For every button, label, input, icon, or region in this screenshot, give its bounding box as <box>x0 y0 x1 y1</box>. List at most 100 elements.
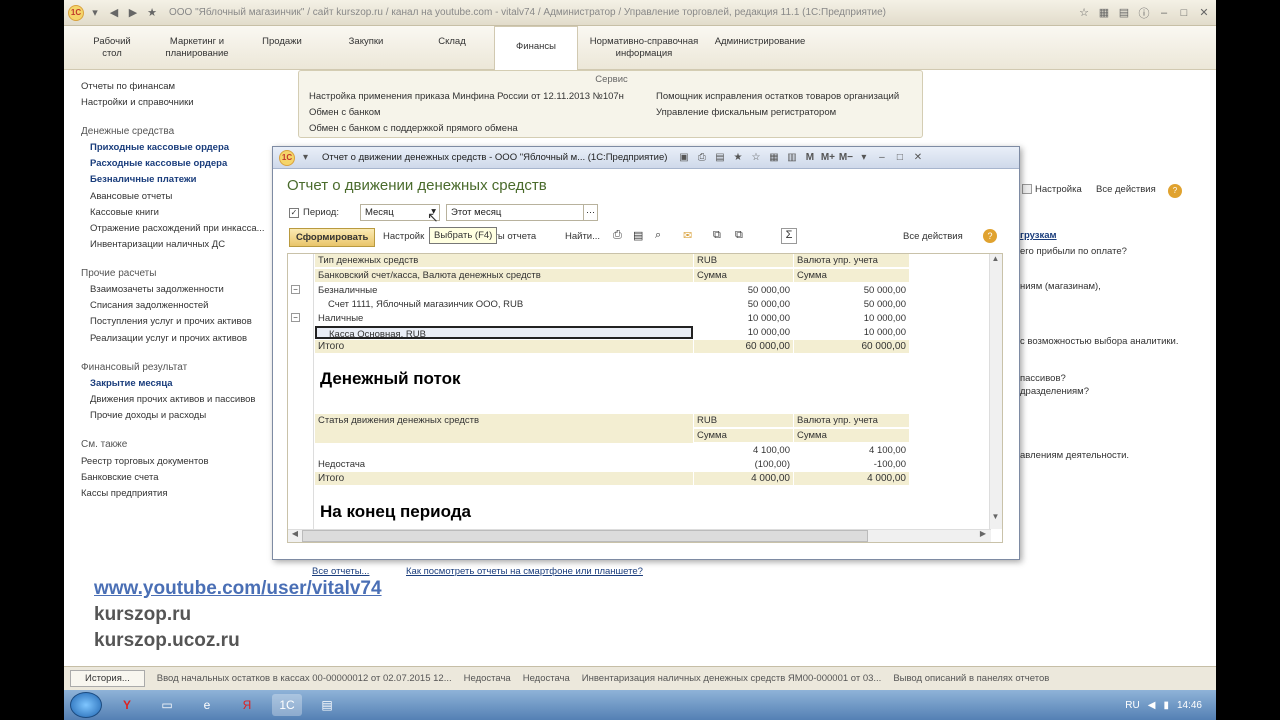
tab-desktop[interactable]: Рабочий стол <box>82 36 142 60</box>
scroll-left-icon[interactable]: ◀ <box>288 529 302 542</box>
network-icon[interactable]: ▮ <box>1163 700 1169 711</box>
tab-finance[interactable]: Финансы <box>494 26 578 70</box>
report-spreadsheet[interactable]: − − Тип денежных средств RUB Валюта упр.… <box>287 253 1003 543</box>
preview-icon[interactable]: ▤ <box>633 229 643 242</box>
tab-marketing[interactable]: Маркетинг и планирование <box>160 36 234 60</box>
history-button[interactable]: История... <box>70 670 145 687</box>
service-link-bank-exchange[interactable]: Обмен с банком <box>309 107 381 118</box>
sidebar-item-bank-accounts[interactable]: Банковские счета <box>81 472 158 483</box>
mobile-reports-link[interactable]: Как посмотреть отчеты на смартфоне или п… <box>406 566 643 577</box>
calendar-icon[interactable]: ▤ <box>1116 5 1132 21</box>
tab-purchases[interactable]: Закупки <box>336 36 396 48</box>
service-link-direct-exchange[interactable]: Обмен с банком с поддержкой прямого обме… <box>309 123 518 134</box>
bg-all-actions-button[interactable]: Все действия <box>1096 184 1156 195</box>
help-icon[interactable]: ? <box>983 229 997 243</box>
table-cell[interactable]: 4 100,00 <box>694 444 793 457</box>
sum-button[interactable]: Σ <box>781 228 797 244</box>
back-icon[interactable]: ◀ <box>106 5 122 21</box>
settings-button[interactable]: Настройк <box>383 231 424 242</box>
maximize-icon[interactable]: □ <box>1176 5 1192 21</box>
history-item[interactable]: Инвентаризация наличных денежных средств… <box>582 673 882 684</box>
close-icon[interactable]: ✕ <box>910 150 925 165</box>
sidebar-item-cash-expenses[interactable]: Расходные кассовые ордера <box>90 158 227 169</box>
vertical-scrollbar[interactable] <box>989 254 1002 529</box>
scroll-thumb[interactable] <box>302 530 868 542</box>
table-cell[interactable]: Недостача <box>315 458 693 471</box>
calculator-icon[interactable]: ▦ <box>766 150 781 165</box>
tab-reference-info[interactable]: Нормативно-справочная информация <box>584 36 704 60</box>
all-actions-button[interactable]: Все действия <box>903 231 963 242</box>
menu-dropdown-icon[interactable]: ▾ <box>87 5 103 21</box>
explorer-folder-icon[interactable]: ▭ <box>152 694 182 716</box>
selected-table-cell[interactable]: Касса Основная, RUB <box>315 326 693 339</box>
volume-icon[interactable]: ◀ <box>1148 700 1156 711</box>
sidebar-item-cashboxes[interactable]: Кассы предприятия <box>81 488 168 499</box>
1c-logo-icon[interactable]: 1С <box>279 149 295 166</box>
sidebar-item-offsets[interactable]: Взаимозачеты задолженности <box>90 284 224 295</box>
service-link-minfin[interactable]: Настройка применения приказа Минфина Рос… <box>309 91 624 102</box>
sidebar-item-asset-movements[interactable]: Движения прочих активов и пассивов <box>90 394 255 405</box>
info-icon[interactable]: ⓘ <box>1136 5 1152 21</box>
period-select-field[interactable]: Этот месяц… <box>446 204 598 221</box>
table-cell[interactable]: -100,00 <box>794 458 909 471</box>
sidebar-item-service-receipts[interactable]: Поступления услуг и прочих активов <box>90 316 252 327</box>
sidebar-item-cash-inventory[interactable]: Инвентаризации наличных ДС <box>90 239 225 250</box>
language-indicator[interactable]: RU <box>1125 700 1139 711</box>
sidebar-item-month-closing[interactable]: Закрытие месяца <box>90 378 173 389</box>
all-reports-link[interactable]: Все отчеты... <box>312 566 369 577</box>
menu-dropdown-icon[interactable]: ▾ <box>298 150 313 165</box>
copy-icon[interactable]: ⧉ <box>713 229 721 242</box>
internet-explorer-icon[interactable]: e <box>192 694 222 716</box>
mail-icon[interactable]: ✉ <box>683 229 692 242</box>
memory-plus-icon[interactable]: M+ <box>820 150 835 165</box>
table-cell[interactable]: (100,00) <box>694 458 793 471</box>
sidebar-item-collection-discrepancies[interactable]: Отражение расхождений при инкасса... <box>90 223 272 234</box>
clock[interactable]: 14:46 <box>1177 700 1202 711</box>
print-icon[interactable]: ⎙ <box>613 229 622 242</box>
sidebar-item-cash-books[interactable]: Кассовые книги <box>90 207 159 218</box>
history-item[interactable]: Вывод описаний в панелях отчетов <box>893 673 1049 684</box>
close-icon[interactable]: ✕ <box>1196 5 1212 21</box>
star-icon[interactable]: ☆ <box>1076 5 1092 21</box>
memory-m-icon[interactable]: M <box>802 150 817 165</box>
collapse-group-icon[interactable]: − <box>291 313 300 322</box>
sidebar-link-settings[interactable]: Настройки и справочники <box>81 97 194 108</box>
sidebar-item-writeoffs[interactable]: Списания задолженностей <box>90 300 208 311</box>
favorites-icon[interactable]: ★ <box>730 150 745 165</box>
sidebar-item-advance-reports[interactable]: Авансовые отчеты <box>90 191 172 202</box>
calendar-icon[interactable]: ▥ <box>784 150 799 165</box>
table-cell[interactable]: 4 100,00 <box>794 444 909 457</box>
table-cell[interactable]: 50 000,00 <box>694 298 793 311</box>
collapse-group-icon[interactable]: − <box>291 285 300 294</box>
sidebar-item-bank-payments[interactable]: Безналичные платежи <box>90 174 196 185</box>
settings-icon[interactable] <box>1022 184 1032 194</box>
maximize-icon[interactable]: □ <box>892 150 907 165</box>
preview-icon[interactable]: ▤ <box>712 150 727 165</box>
scroll-down-icon[interactable]: ▼ <box>989 512 1002 526</box>
sidebar-item-service-sales[interactable]: Реализации услуг и прочих активов <box>90 333 247 344</box>
history-item[interactable]: Ввод начальных остатков в кассах 00-0000… <box>157 673 452 684</box>
table-cell[interactable]: 50 000,00 <box>694 284 793 297</box>
history-item[interactable]: Недостача <box>464 673 511 684</box>
period-checkbox[interactable]: ✓ <box>289 208 299 218</box>
service-link-fiscal[interactable]: Управление фискальным регистратором <box>656 107 836 118</box>
minimize-icon[interactable]: – <box>1156 5 1172 21</box>
table-cell[interactable]: 10 000,00 <box>794 326 909 339</box>
memory-minus-icon[interactable]: M− <box>838 150 853 165</box>
generate-button[interactable]: Сформировать <box>289 228 376 247</box>
print-icon[interactable]: ⎙ <box>694 150 709 165</box>
calculator-icon[interactable]: ▦ <box>1096 5 1112 21</box>
tab-warehouse[interactable]: Склад <box>422 36 482 48</box>
table-cell[interactable]: Наличные <box>315 312 693 325</box>
notepad-icon[interactable]: ▤ <box>312 694 342 716</box>
table-cell[interactable]: Счет 1111, Яблочный магазинчик ООО, RUB <box>325 298 693 311</box>
select-ellipsis-button[interactable]: … <box>583 205 597 220</box>
bg-link[interactable]: грузкам <box>1020 230 1057 241</box>
table-cell[interactable]: 10 000,00 <box>794 312 909 325</box>
forward-icon[interactable]: ▶ <box>125 5 141 21</box>
history-item[interactable]: Недостача <box>523 673 570 684</box>
sidebar-item-other-income[interactable]: Прочие доходы и расходы <box>90 410 206 421</box>
tab-sales[interactable]: Продажи <box>254 36 310 48</box>
yandex-browser-icon[interactable]: Y <box>112 694 142 716</box>
service-link-stock-fix[interactable]: Помощник исправления остатков товаров ор… <box>656 91 899 102</box>
